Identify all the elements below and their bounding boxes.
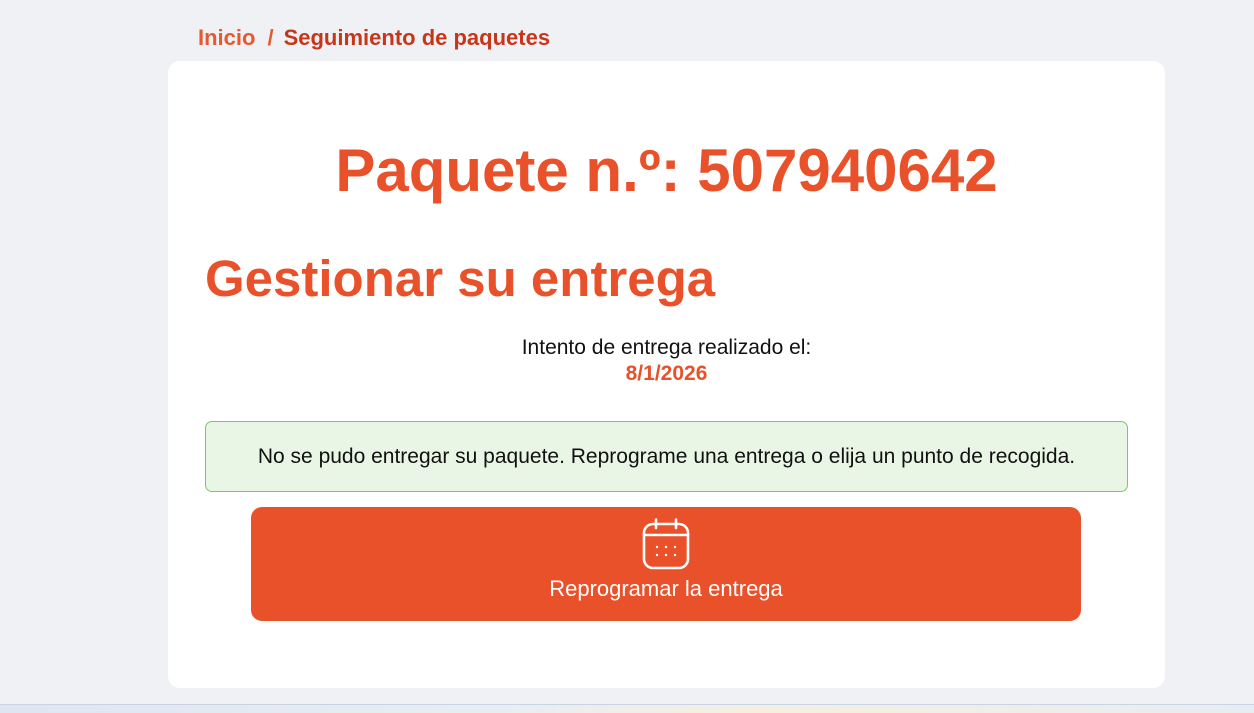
reschedule-delivery-button[interactable]: Reprogramar la entrega bbox=[251, 507, 1081, 621]
delivery-attempt-date: 8/1/2026 bbox=[625, 362, 708, 385]
package-title: Paquete n.º: 507940642 bbox=[335, 137, 998, 204]
breadcrumb-home-link[interactable]: Inicio bbox=[198, 25, 255, 50]
calendar-icon bbox=[642, 518, 690, 570]
breadcrumb-current: Seguimiento de paquetes bbox=[283, 25, 551, 50]
breadcrumb-separator: / bbox=[267, 25, 274, 50]
alert-message: No se pudo entregar su paquete. Reprogra… bbox=[257, 444, 1076, 468]
window-bottom-edge bbox=[0, 704, 1254, 713]
breadcrumb: Inicio / Seguimiento de paquetes bbox=[198, 25, 550, 51]
tracking-card: Paquete n.º: 507940642 Gestionar su entr… bbox=[168, 61, 1165, 688]
delivery-attempt-label: Intento de entrega realizado el: bbox=[521, 336, 812, 359]
reschedule-button-label: Reprogramar la entrega bbox=[549, 576, 783, 601]
delivery-failed-alert: No se pudo entregar su paquete. Reprogra… bbox=[205, 421, 1128, 492]
manage-delivery-heading: Gestionar su entrega bbox=[205, 250, 716, 307]
